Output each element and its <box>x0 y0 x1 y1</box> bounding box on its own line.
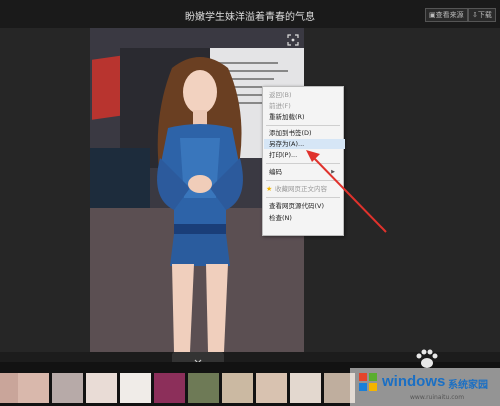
menu-separator <box>266 125 340 126</box>
watermark-brand: windows <box>382 373 446 390</box>
menu-item-encoding-label: 编码 <box>269 168 282 176</box>
thumbnail[interactable] <box>18 373 49 403</box>
picture-icon: ▣ <box>429 11 436 19</box>
watermark: windows 系统家园 www.ruinaitu.com <box>350 368 500 406</box>
menu-item-bookmark[interactable]: 添加到书签(D) <box>269 128 312 138</box>
menu-item-inspect[interactable]: 检查(N) <box>269 213 292 223</box>
thumbnail[interactable] <box>256 373 287 403</box>
annotation-arrow-icon <box>306 150 387 233</box>
fullscreen-icon[interactable] <box>287 34 299 46</box>
view-origin-button[interactable]: ▣查看来源 <box>425 8 468 22</box>
menu-item-print[interactable]: 打印(P)... <box>269 150 297 160</box>
thumbnail[interactable] <box>120 373 151 403</box>
watermark-url: www.ruinaitu.com <box>410 394 465 401</box>
star-icon: ★ <box>266 185 273 193</box>
menu-item-forward[interactable]: 前进(F) <box>269 101 291 111</box>
thumbnail[interactable] <box>188 373 219 403</box>
thumbnail[interactable] <box>222 373 253 403</box>
paw-logo-icon <box>416 349 438 368</box>
thumbnail[interactable] <box>52 373 83 403</box>
menu-item-back[interactable]: 返回(B) <box>269 90 292 100</box>
thumbnail[interactable] <box>86 373 117 403</box>
watermark-suffix: 系统家园 <box>448 380 488 391</box>
thumbnail-toggle[interactable] <box>172 352 224 364</box>
thumbnail[interactable] <box>290 373 321 403</box>
download-label: 下载 <box>477 11 492 19</box>
download-button[interactable]: ⇩下载 <box>468 8 496 22</box>
view-origin-label: 查看来源 <box>435 11 464 19</box>
menu-item-reload[interactable]: 重新加载(R) <box>269 112 305 122</box>
title-bar: 盼嫩学生妹洋溢着青春的气息 ▣查看来源 ⇩下载 <box>0 0 500 28</box>
windows-logo-icon <box>359 373 377 391</box>
thumbnail[interactable] <box>154 373 185 403</box>
